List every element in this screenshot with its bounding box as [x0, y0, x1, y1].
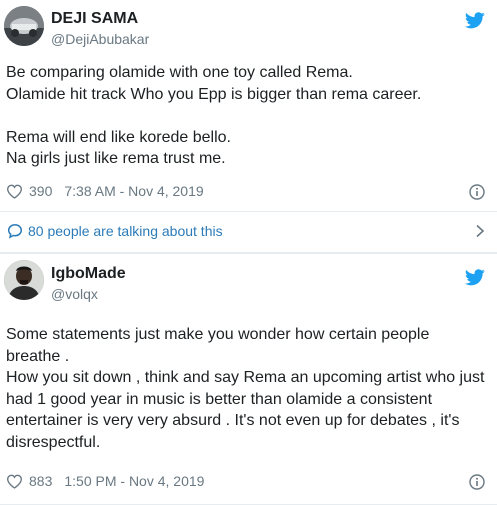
- author-handle[interactable]: @DejiAbubakar: [51, 31, 149, 47]
- tweet-card-1: DEJI SAMA @DejiAbubakar Be comparing ola…: [0, 0, 497, 253]
- like-count[interactable]: 390: [29, 183, 52, 199]
- tweet-line: Na girls just like rema trust me.: [6, 150, 226, 167]
- conversation-count: 80 people are talking about this: [28, 223, 223, 239]
- tweet-line: had 1 good year in music is better than …: [6, 390, 433, 408]
- author-handle[interactable]: @volqx: [51, 286, 98, 302]
- avatar-image: [4, 6, 44, 46]
- tweet-line: entertainer is very very absurd . It's n…: [6, 412, 460, 429]
- timestamp[interactable]: 7:38 AM - Nov 4, 2019: [64, 183, 203, 199]
- tweet-line: Rema will end like korede bello.: [6, 128, 231, 146]
- tweet-line: disrespectful.: [6, 433, 101, 451]
- info-icon[interactable]: [469, 184, 485, 200]
- tweet-line: breathe .: [6, 347, 70, 365]
- tweet-line: Olamide hit track Who you Epp is bigger …: [6, 85, 422, 103]
- like-count[interactable]: 883: [29, 473, 52, 489]
- author-name[interactable]: IgboMade: [51, 265, 126, 283]
- tweet-line: How you sit down , think and say Rema an…: [6, 369, 485, 386]
- conversation-link[interactable]: 80 people are talking about this: [7, 223, 487, 239]
- avatar[interactable]: [4, 260, 44, 300]
- timestamp[interactable]: 1:50 PM - Nov 4, 2019: [64, 473, 204, 489]
- speech-bubble-icon: [7, 224, 23, 239]
- chevron-right-icon[interactable]: [475, 224, 485, 238]
- twitter-bird-icon[interactable]: [465, 12, 485, 29]
- tweet-meta: 883 1:50 PM - Nov 4, 2019: [6, 473, 204, 489]
- twitter-bird-icon[interactable]: [465, 269, 485, 286]
- tweet-line: Some statements just make you wonder how…: [6, 326, 430, 343]
- heart-icon[interactable]: [6, 474, 23, 489]
- tweet-meta: 390 7:38 AM - Nov 4, 2019: [6, 183, 204, 199]
- tweet-text: Be comparing olamide with one toy called…: [6, 62, 487, 170]
- avatar-image: [4, 260, 44, 300]
- tweet-text: Some statements just make you wonder how…: [6, 324, 487, 453]
- tweet-card-2: IgboMade @volqx Some statements just mak…: [0, 253, 497, 505]
- tweet-line: [6, 105, 487, 127]
- info-icon[interactable]: [469, 474, 485, 490]
- avatar[interactable]: [4, 6, 44, 46]
- heart-icon[interactable]: [6, 184, 23, 199]
- tweet-line: Be comparing olamide with one toy called…: [6, 64, 353, 81]
- divider: [0, 211, 497, 212]
- author-name[interactable]: DEJI SAMA: [51, 10, 138, 28]
